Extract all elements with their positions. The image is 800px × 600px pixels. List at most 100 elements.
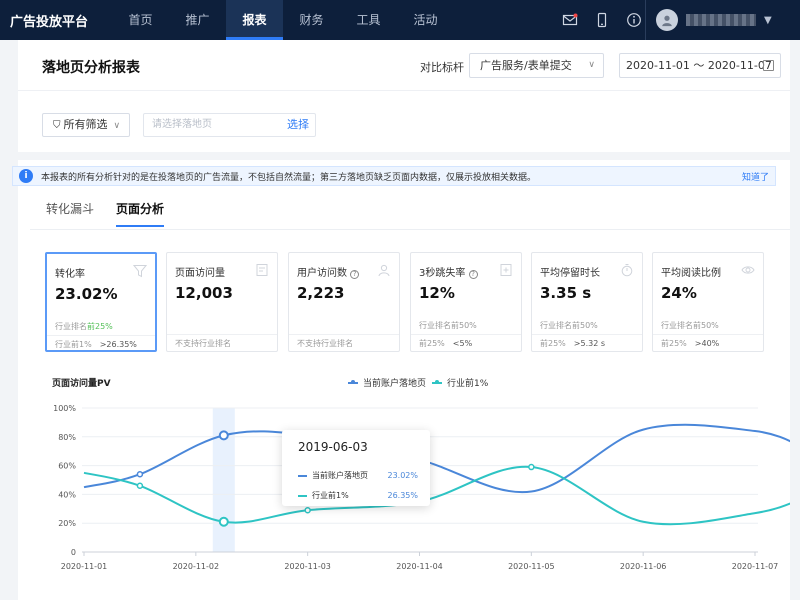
- y-tick-label: 60%: [58, 462, 76, 471]
- metric-footer: 不支持行业排名: [175, 339, 231, 348]
- date-range-value: 2020-11-01 ～ 2020-11-07: [626, 59, 772, 72]
- metric-rank: 行业排名前50%: [661, 321, 719, 330]
- nav-item-promotion[interactable]: 推广: [169, 0, 226, 40]
- filter-icon: ⛉: [53, 120, 61, 131]
- tooltip-row: 行业前1% 26.35%: [298, 490, 418, 501]
- metric-footer: 前25% >40%: [661, 339, 720, 348]
- user-menu[interactable]: ▼: [645, 0, 780, 40]
- x-tick-label: 2020-11-02: [173, 562, 220, 571]
- eye-icon: [741, 266, 755, 274]
- chart-tooltip: 2019-06-03 当前账户落地页 23.02% 行业前1% 26.35%: [282, 430, 430, 506]
- brand-logo[interactable]: 广告投放平台: [0, 11, 112, 30]
- metric-label: 平均停留时长: [540, 268, 600, 279]
- nav-icon-group: [554, 0, 650, 40]
- y-tick-label: 20%: [58, 519, 76, 528]
- benchmark-select[interactable]: 广告服务/表单提交 ∨: [469, 53, 604, 78]
- nav-item-activities[interactable]: 活动: [397, 0, 454, 40]
- x-tick-label: 2020-11-01: [61, 562, 108, 571]
- y-tick-label: 40%: [58, 490, 76, 499]
- tab-page-analysis[interactable]: 页面分析: [116, 200, 165, 227]
- metric-footer: 前25% >5.32 s: [540, 339, 606, 348]
- y-tick-label: 0: [71, 548, 76, 557]
- report-header: 落地页分析报表 对比标杆 广告服务/表单提交 ∨ 2020-11-01 ～ 20…: [18, 40, 790, 152]
- metric-rank: 行业排名前50%: [540, 321, 598, 330]
- x-tick-label: 2020-11-07: [732, 562, 779, 571]
- data-point: [218, 516, 229, 527]
- avatar[interactable]: [656, 9, 678, 31]
- date-range-picker[interactable]: 2020-11-01 ～ 2020-11-07: [619, 53, 781, 78]
- metric-card-conversion-rate[interactable]: 转化率 23.02% 行业排名前25% 行业前1% >26.35%: [45, 252, 157, 352]
- header-divider: [18, 90, 790, 91]
- metric-value: 12%: [419, 284, 455, 302]
- y-tick-label: 80%: [58, 433, 76, 442]
- data-point: [304, 506, 311, 514]
- help-icon[interactable]: ?: [350, 270, 360, 279]
- plus-box-icon: [500, 264, 512, 276]
- analysis-panel: i 本报表的所有分析针对的是在投落地页的广告流量，不包括自然流量；第三方落地页缺…: [12, 160, 790, 600]
- nav-item-finance[interactable]: 财务: [283, 0, 340, 40]
- tooltip-date: 2019-06-03: [298, 440, 368, 454]
- help-icon[interactable]: ?: [468, 270, 478, 279]
- tooltip-row: 当前账户落地页 23.02%: [298, 470, 418, 481]
- tab-conversion-funnel[interactable]: 转化漏斗: [46, 200, 94, 227]
- legend-label: 当前账户落地页: [363, 379, 427, 389]
- search-placeholder: 请选择落地页: [152, 119, 212, 130]
- chevron-down-icon: ∨: [588, 60, 595, 70]
- metric-divider: [653, 334, 763, 335]
- mail-icon[interactable]: [554, 0, 586, 40]
- info-icon: i: [19, 169, 33, 183]
- x-tick-label: 2020-11-04: [396, 562, 443, 571]
- legend-series-1[interactable]: 当前账户落地页: [348, 376, 426, 389]
- x-tick-label: 2020-11-05: [508, 562, 555, 571]
- phone-icon[interactable]: [586, 0, 618, 40]
- x-tick-label: 2020-11-06: [620, 562, 667, 571]
- metric-rank: 行业排名前50%: [419, 321, 477, 330]
- series-line-1: [83, 423, 790, 494]
- metric-divider: [411, 334, 521, 335]
- chevron-down-icon[interactable]: ▼: [764, 15, 772, 26]
- chevron-down-icon: ∨: [113, 121, 121, 131]
- x-tick-label: 2020-11-03: [284, 562, 331, 571]
- metric-card-unique-visitors[interactable]: 用户访问数 ? 2,223 不支持行业排名: [288, 252, 400, 352]
- metric-card-page-views[interactable]: 页面访问量 12,003 不支持行业排名: [166, 252, 278, 352]
- page-title: 落地页分析报表: [42, 60, 140, 76]
- legend-swatch: [432, 379, 442, 384]
- calendar-icon: [763, 60, 774, 71]
- legend-series-2[interactable]: 行业前1%: [432, 376, 488, 389]
- metric-footer: 前25% <5%: [419, 339, 473, 348]
- metric-label: 用户访问数 ?: [297, 264, 360, 279]
- metric-card-avg-duration[interactable]: 平均停留时长 3.35 s 行业排名前50% 前25% >5.32 s: [531, 252, 643, 352]
- nav-item-tools[interactable]: 工具: [340, 0, 397, 40]
- metric-divider: [532, 334, 642, 335]
- metric-card-bounce-rate[interactable]: 3秒跳失率 ? 12% 行业排名前50% 前25% <5%: [410, 252, 522, 352]
- landing-page-search-input[interactable]: 请选择落地页 选择: [143, 113, 316, 137]
- nav-item-home[interactable]: 首页: [112, 0, 169, 40]
- series-line-2: [83, 465, 790, 526]
- metric-divider: [167, 334, 277, 335]
- legend-label: 行业前1%: [447, 379, 489, 389]
- compare-label: 对比标杆: [420, 61, 464, 74]
- tooltip-swatch: [298, 494, 307, 497]
- nav-item-reports[interactable]: 报表: [226, 0, 283, 40]
- data-point: [528, 463, 535, 471]
- top-navbar: 广告投放平台 首页 推广 报表 财务 工具 活动 ▼: [0, 0, 800, 40]
- benchmark-select-value: 广告服务/表单提交: [480, 59, 572, 72]
- metric-footer: 不支持行业排名: [297, 339, 353, 348]
- data-point: [136, 470, 144, 478]
- metric-card-read-ratio[interactable]: 平均阅读比例 24% 行业排名前50% 前25% >40%: [652, 252, 764, 352]
- metric-value: 3.35 s: [540, 284, 592, 302]
- metric-footer: 行业前1% >26.35%: [55, 340, 137, 349]
- stopwatch-icon: [621, 264, 633, 277]
- dismiss-notice-link[interactable]: 知道了: [742, 170, 769, 183]
- metric-label: 页面访问量: [175, 268, 225, 279]
- filter-dropdown[interactable]: ⛉ 所有筛选 ∨: [42, 113, 130, 137]
- notice-text: 本报表的所有分析针对的是在投落地页的广告流量，不包括自然流量；第三方落地页缺乏页…: [41, 172, 537, 183]
- hover-band: [212, 408, 235, 552]
- metric-divider: [289, 334, 399, 335]
- metric-value: 2,223: [297, 284, 345, 302]
- filter-label: 所有筛选: [63, 118, 108, 131]
- metric-label: 3秒跳失率 ?: [419, 264, 478, 279]
- select-button[interactable]: 选择: [287, 114, 309, 136]
- metric-label: 平均阅读比例: [661, 268, 721, 279]
- document-icon: [256, 264, 268, 276]
